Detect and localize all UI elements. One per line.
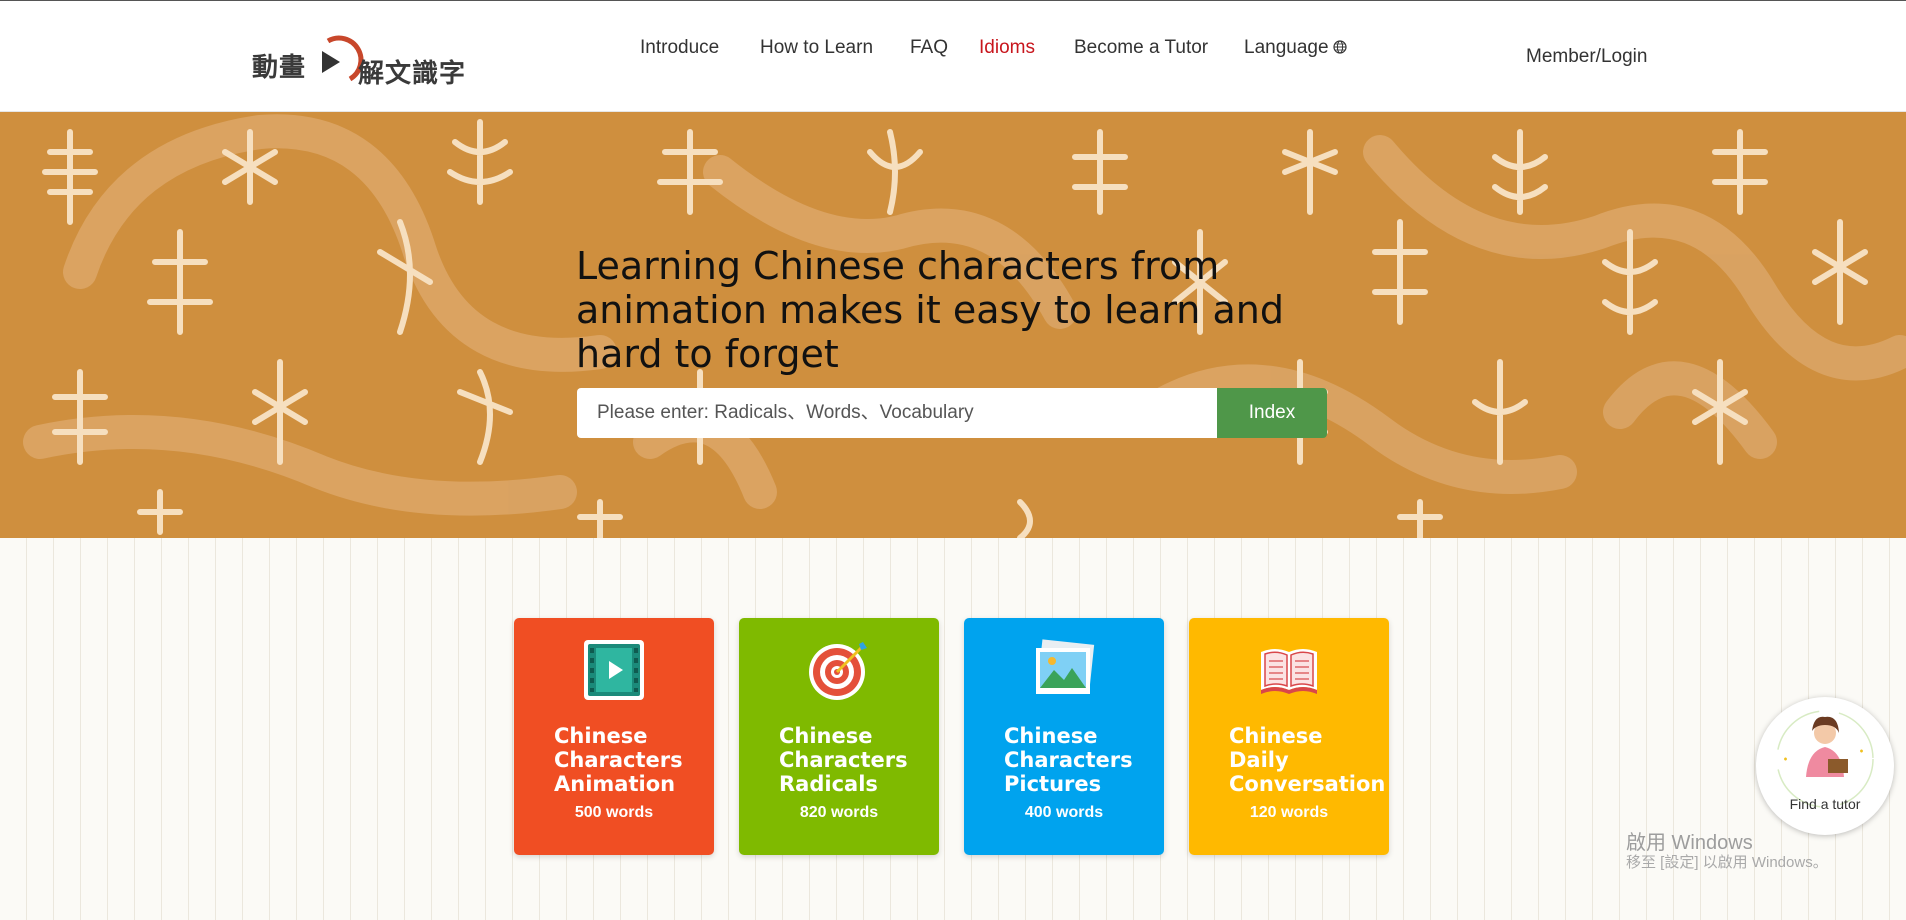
site-header: 動畫 解文識字 Introduce How to Learn FAQ Idiom… xyxy=(0,0,1906,112)
card-characters-radicals[interactable]: Chinese Characters Radicals 820 words xyxy=(739,618,939,855)
target-dart-icon xyxy=(809,642,867,700)
card-characters-pictures[interactable]: Chinese Characters Pictures 400 words xyxy=(964,618,1164,855)
nav-how-to-learn[interactable]: How to Learn xyxy=(760,37,873,59)
globe-icon xyxy=(1332,40,1347,54)
card-title: Chinese Daily Conversation xyxy=(1229,724,1386,796)
logo-text-right: 解文識字 xyxy=(358,59,467,89)
open-book-icon xyxy=(1261,649,1317,694)
nav-language-label: Language xyxy=(1244,37,1329,58)
tutor-avatar xyxy=(1776,710,1874,808)
card-word-count: 820 words xyxy=(799,804,879,821)
card-word-count: 400 words xyxy=(1024,804,1104,821)
card-title: Chinese Characters Radicals xyxy=(779,724,908,796)
member-login-link[interactable]: Member/Login xyxy=(1526,46,1647,68)
card-title: Chinese Characters Animation xyxy=(554,724,683,796)
content-area xyxy=(0,538,1906,920)
hero-banner: Learning Chinese characters from animati… xyxy=(0,112,1906,538)
windows-activation-hint: 移至 [設定] 以啟用 Windows。 xyxy=(1626,854,1828,871)
hero-title: Learning Chinese characters from animati… xyxy=(576,244,1284,376)
card-daily-conversation[interactable]: Chinese Daily Conversation 120 words xyxy=(1189,618,1389,855)
card-word-count: 500 words xyxy=(574,804,654,821)
nav-idioms[interactable]: Idioms xyxy=(979,37,1035,59)
film-play-icon xyxy=(584,640,644,700)
search-input[interactable] xyxy=(577,388,1217,438)
card-word-count: 120 words xyxy=(1249,804,1329,821)
index-search-button[interactable]: Index xyxy=(1217,388,1327,438)
find-a-tutor-button[interactable]: Find a tutor xyxy=(1756,697,1894,835)
nav-language[interactable]: Language xyxy=(1244,37,1347,59)
site-logo[interactable]: 動畫 解文識字 xyxy=(250,31,470,89)
photo-icon xyxy=(1036,639,1095,694)
nav-introduce[interactable]: Introduce xyxy=(640,37,719,59)
nav-faq[interactable]: FAQ xyxy=(910,37,948,59)
logo-text-left: 動畫 xyxy=(252,53,307,83)
card-title: Chinese Characters Pictures xyxy=(1004,724,1133,796)
find-a-tutor-label: Find a tutor xyxy=(1789,796,1861,812)
card-characters-animation[interactable]: Chinese Characters Animation 500 words xyxy=(514,618,714,855)
nav-become-a-tutor[interactable]: Become a Tutor xyxy=(1074,37,1208,59)
